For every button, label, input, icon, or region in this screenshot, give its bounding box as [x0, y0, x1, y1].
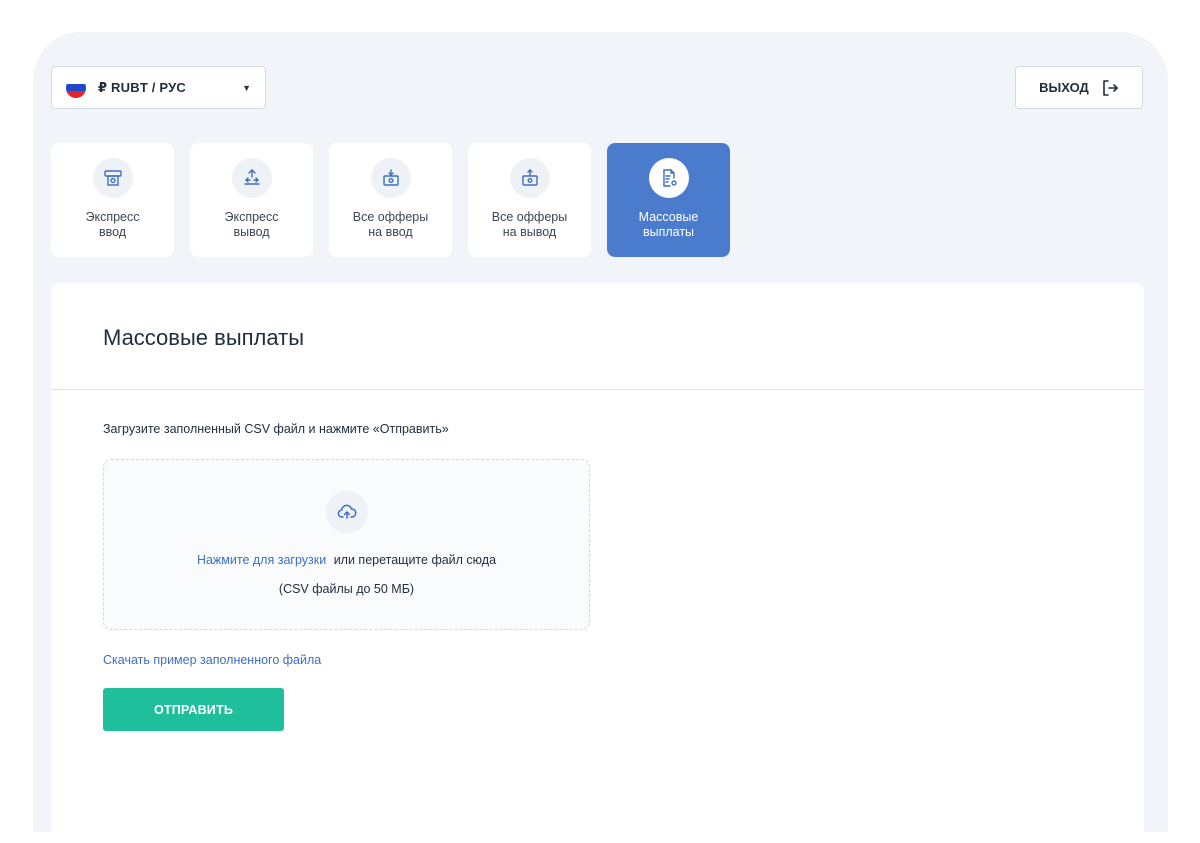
mass-payouts-card: Массовые выплаты Загрузите заполненный C… — [51, 283, 1144, 843]
atm-icon — [103, 170, 122, 186]
upload-hint: (CSV файлы до 50 МБ) — [278, 582, 415, 596]
tile-all-offers-withdraw[interactable]: Все офферы на вывод — [468, 143, 591, 257]
tile-mass-payouts[interactable]: Массовые выплаты — [607, 143, 730, 257]
currency-label: ₽ RUBT / РУС — [98, 79, 186, 95]
russia-flag-icon — [66, 77, 86, 98]
instruction-text: Загрузите заполненный CSV файл и нажмите… — [103, 422, 449, 436]
cloud-upload-icon — [337, 504, 356, 519]
tile-express-withdraw[interactable]: Экспресс вывод — [190, 143, 313, 257]
tile-express-deposit[interactable]: Экспресс ввод — [51, 143, 174, 257]
page-title: Массовые выплаты — [103, 325, 305, 350]
upload-link[interactable]: Нажмите для загрузки — [197, 553, 326, 567]
logout-icon — [1103, 79, 1118, 96]
chevron-down-icon: ▼ — [242, 82, 251, 93]
tile-label: Все офферы на вывод — [491, 210, 568, 239]
tile-label: Массовые выплаты — [638, 210, 699, 239]
document-gear-icon — [662, 169, 677, 187]
transfer-out-icon — [243, 169, 260, 185]
divider — [51, 389, 1144, 390]
currency-language-select[interactable]: ₽ RUBT / РУС ▼ — [51, 66, 266, 109]
tile-label: Все офферы на ввод — [352, 210, 429, 239]
app-shell: ₽ RUBT / РУС ▼ ВЫХОД Экспресс ввод Экспр… — [33, 32, 1168, 843]
submit-button[interactable]: ОТПРАВИТЬ — [103, 688, 284, 731]
upload-text: или перетащите файл сюда — [333, 553, 497, 567]
logout-button[interactable]: ВЫХОД — [1015, 66, 1143, 109]
logout-label: ВЫХОД — [1039, 80, 1089, 95]
tile-all-offers-deposit[interactable]: Все офферы на ввод — [329, 143, 452, 257]
file-dropzone[interactable]: Нажмите для загрузки или перетащите файл… — [103, 459, 590, 630]
tile-label: Экспресс вывод — [224, 210, 279, 239]
action-tiles: Экспресс ввод Экспресс вывод Все офферы … — [51, 143, 730, 257]
download-sample-link[interactable]: Скачать пример заполненного файла — [103, 653, 321, 667]
tile-label: Экспресс ввод — [85, 210, 140, 239]
money-in-icon — [382, 169, 399, 186]
money-out-icon — [521, 169, 538, 186]
